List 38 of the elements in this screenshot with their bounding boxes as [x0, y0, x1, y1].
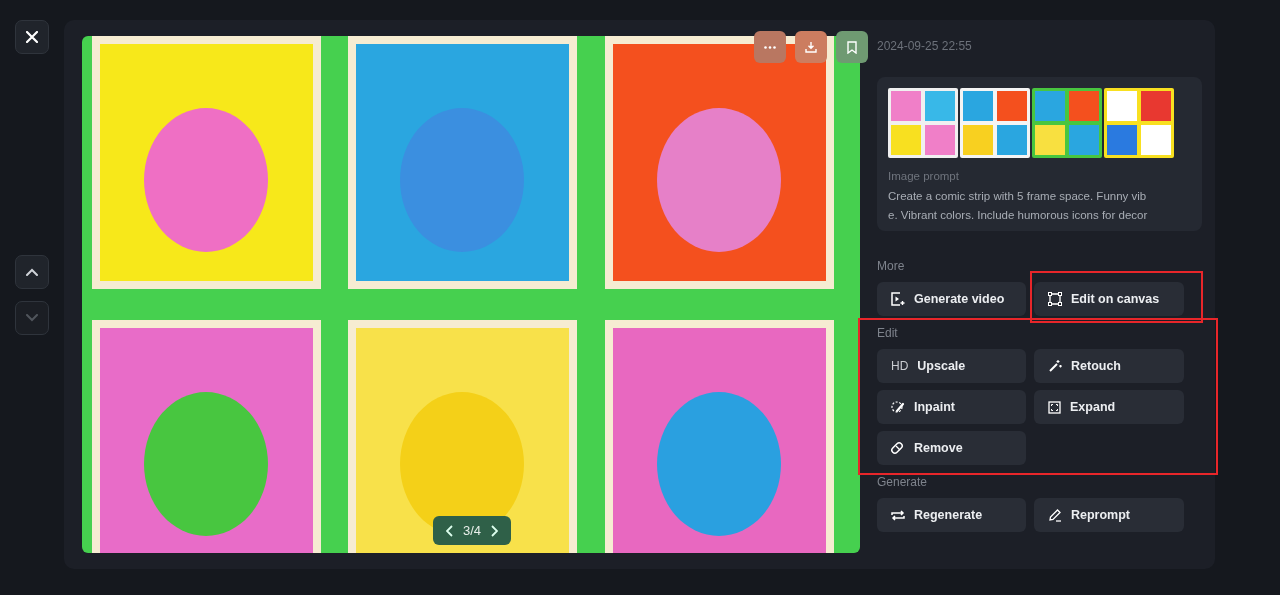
tool-button[interactable]: HD Upscale: [877, 349, 1026, 383]
timestamp: 2024-09-25 22:55: [877, 39, 973, 53]
chevron-down-icon: [26, 314, 38, 322]
close-icon: [26, 31, 38, 43]
chevron-up-icon: [26, 268, 38, 276]
tool-button[interactable]: Edit on canvas: [1034, 282, 1184, 316]
prompt-label: Image prompt: [888, 170, 960, 182]
video-icon: [891, 292, 905, 306]
pencil-icon: [1048, 508, 1062, 522]
prompt-text: Create a comic strip with 5 frame space. Funny vib: [888, 189, 1148, 204]
repeat-icon: [891, 508, 905, 522]
section-title: Edit: [877, 326, 899, 340]
tool-button[interactable]: Remove: [877, 431, 1026, 465]
tool-button[interactable]: Regenerate: [877, 498, 1026, 532]
previous-button[interactable]: [15, 255, 49, 289]
tool-button[interactable]: Inpaint: [877, 390, 1026, 424]
eraser-icon: [891, 441, 905, 455]
download-icon: [805, 41, 817, 53]
tool-button[interactable]: Expand: [1034, 390, 1184, 424]
section-title: Generate: [877, 475, 929, 489]
download-button[interactable]: [795, 31, 827, 63]
more-icon: [764, 45, 776, 49]
more-button[interactable]: [754, 31, 786, 63]
transform-icon: [1048, 292, 1062, 306]
bookmark-button[interactable]: [836, 31, 868, 63]
expand-icon: [1048, 400, 1061, 414]
tool-button[interactable]: Generate video: [877, 282, 1026, 316]
close-button[interactable]: [15, 20, 49, 54]
tool-button[interactable]: Reprompt: [1034, 498, 1184, 532]
prompt-text: e. Vibrant colors. Include humorous icons for decor: [888, 208, 1149, 223]
chevron-left-icon[interactable]: [446, 524, 453, 537]
tool-button[interactable]: Retouch: [1034, 349, 1184, 383]
magic-wand-icon: [1048, 359, 1062, 373]
bookmark-icon: [847, 40, 857, 54]
page-counter: 3/4: [463, 523, 482, 538]
chevron-right-icon[interactable]: [491, 524, 499, 537]
section-title: More: [877, 259, 906, 273]
brush-icon: [891, 400, 905, 414]
